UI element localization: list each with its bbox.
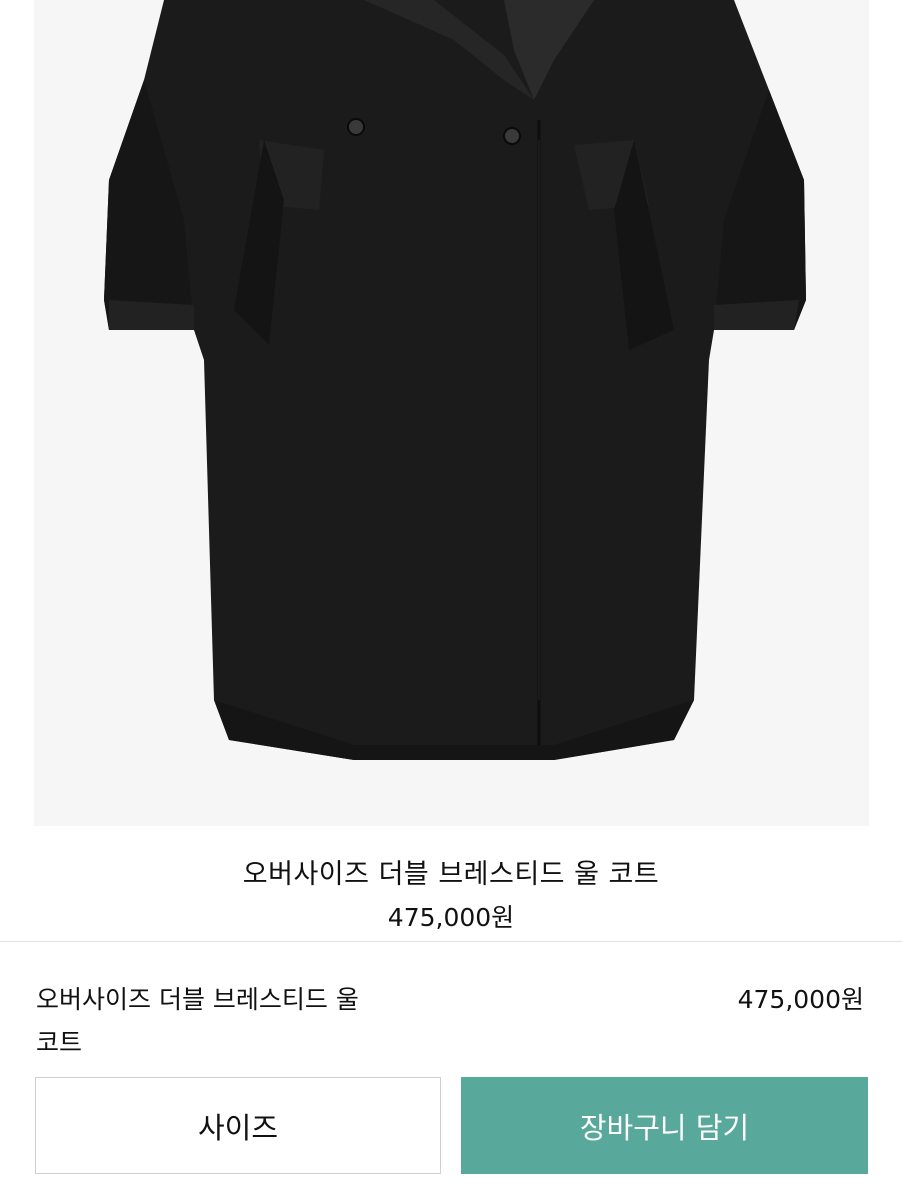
sheet-product-name-line1: 오버사이즈 더블 브레스티드 울 [36,985,359,1014]
product-image[interactable] [34,0,869,826]
sheet-product-name-line2: 코트 [36,1028,83,1057]
sheet-product-price: 475,000원 [737,985,864,1014]
product-page: 오버사이즈 더블 브레스티드 울 코트 475,000원 오버사이즈 더블 브레… [0,0,902,1200]
size-select-button[interactable]: 사이즈 [35,1077,441,1174]
product-price: 475,000원 [387,903,515,932]
sheet-product-name: 오버사이즈 더블 브레스티드 울 코트 [36,978,456,1064]
add-to-cart-button[interactable]: 장바구니 담기 [461,1077,868,1174]
product-title: 오버사이즈 더블 브레스티드 울 코트 [242,859,660,890]
sheet-divider [0,941,902,942]
size-button-label: 사이즈 [197,1110,279,1145]
coat-illustration [104,0,806,760]
add-to-cart-label: 장바구니 담기 [579,1110,750,1145]
